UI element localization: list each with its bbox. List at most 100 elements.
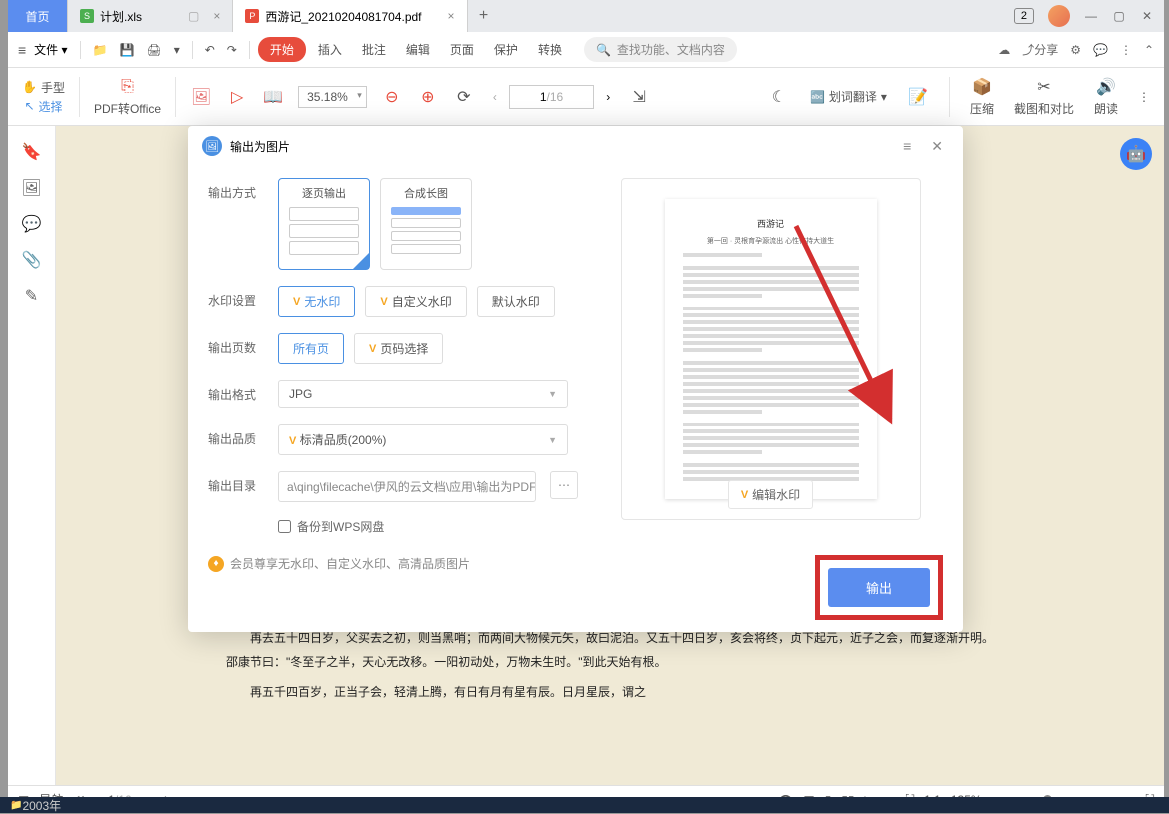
quality-select[interactable]: V 标清品质(200%)▼	[278, 424, 568, 455]
image-icon[interactable]: 🖼	[190, 86, 212, 108]
tab-counter[interactable]: 2	[1014, 8, 1034, 24]
hand-tool[interactable]: ✋手型	[22, 79, 65, 96]
tool-hand-select: ✋手型 ↖选择	[16, 79, 71, 115]
more-icon[interactable]: ⋮	[1138, 90, 1150, 104]
ocr-icon[interactable]: 📝	[907, 86, 929, 108]
add-tab-button[interactable]: +	[468, 7, 500, 25]
tab-monitor-icon[interactable]: ▢	[188, 9, 199, 23]
comment-icon[interactable]: 💬	[22, 214, 42, 234]
edit-watermark-button[interactable]: V编辑水印	[728, 480, 813, 509]
pages-all[interactable]: 所有页	[278, 333, 344, 364]
close-button[interactable]: ✕	[1140, 9, 1154, 23]
translate-icon: 🔤	[810, 90, 825, 104]
page-input[interactable]: 1/16	[509, 85, 594, 109]
menu-annotate[interactable]: 批注	[354, 41, 394, 58]
menu-page[interactable]: 页面	[442, 41, 482, 58]
menu-insert[interactable]: 插入	[310, 41, 350, 58]
checkbox-input[interactable]	[278, 520, 291, 533]
compress-icon: 📦	[971, 76, 993, 98]
menu-protect[interactable]: 保护	[486, 41, 526, 58]
label-format: 输出格式	[208, 380, 264, 403]
titlebar-right: 2 — ▢ ✕	[1014, 5, 1164, 27]
export-image-icon: 🖼	[202, 136, 222, 156]
tab-spreadsheet[interactable]: S 计划.xls ▢ ×	[68, 0, 233, 32]
vip-note: ♦ 会员尊享无水印、自定义水印、高清品质图片	[208, 555, 598, 572]
pages-select[interactable]: V页码选择	[354, 333, 443, 364]
undo-icon[interactable]: ↶	[201, 43, 219, 57]
assistant-button[interactable]: 🤖	[1120, 138, 1152, 170]
hamburger-icon[interactable]: ≡	[18, 42, 26, 58]
print-dropdown-icon[interactable]: ▾	[170, 43, 184, 57]
pdf-to-office[interactable]: ⎘ PDF转Office	[88, 76, 167, 117]
search-input[interactable]: 🔍 查找功能、文档内容	[584, 37, 737, 62]
backup-checkbox[interactable]: 备份到WPS网盘	[278, 518, 598, 535]
close-icon[interactable]: ×	[213, 9, 220, 23]
fit-icon[interactable]: ⇲	[628, 86, 650, 108]
more-icon[interactable]: ⋮	[1120, 43, 1132, 57]
preview-panel: 西游记 第一回 · 灵根育孕源流出 心性修持大道生 V编辑水印	[621, 178, 921, 520]
settings-icon[interactable]: ⚙	[1070, 43, 1081, 57]
thumbnail-icon[interactable]: 🖼	[21, 178, 41, 198]
zoom-select[interactable]: 35.18%	[298, 86, 367, 108]
label-mode: 输出方式	[208, 178, 264, 201]
avatar[interactable]	[1048, 5, 1070, 27]
wm-custom[interactable]: V自定义水印	[365, 286, 466, 317]
dialog-menu-icon[interactable]: ≡	[897, 138, 917, 154]
ribbon: ✋手型 ↖选择 ⎘ PDF转Office 🖼 ▷ 📖 35.18% ⊖ ⊕ ⟳ …	[8, 68, 1164, 126]
dialog-preview: 西游记 第一回 · 灵根育孕源流出 心性修持大道生 V编辑水印 输出	[598, 178, 943, 620]
maximize-button[interactable]: ▢	[1112, 9, 1126, 23]
bookmark-icon[interactable]: 🔖	[22, 142, 42, 162]
print-icon[interactable]: 🖨	[142, 43, 165, 57]
sidebar: 🔖 🖼 💬 📎 ✎	[8, 126, 56, 785]
mode-merge[interactable]: 合成长图	[380, 178, 472, 270]
cursor-icon: ↖	[24, 99, 34, 113]
label-quality: 输出品质	[208, 424, 264, 447]
prev-page-icon[interactable]: ‹	[493, 90, 497, 104]
output-path[interactable]: a\qing\filecache\伊风的云文档\应用\输出为PDF\	[278, 471, 536, 502]
book-icon[interactable]: 📖	[262, 86, 284, 108]
rotate-icon[interactable]: ⟳	[453, 86, 475, 108]
menu-edit[interactable]: 编辑	[398, 41, 438, 58]
support-icon[interactable]: 💬	[1093, 43, 1108, 57]
export-image-dialog: 🖼 输出为图片 ≡ ✕ 输出方式 逐页输出 合成长图	[188, 126, 963, 632]
mode-per-page[interactable]: 逐页输出	[278, 178, 370, 270]
dialog-close-icon[interactable]: ✕	[925, 138, 949, 155]
format-select[interactable]: JPG▼	[278, 380, 568, 408]
select-tool[interactable]: ↖选择	[24, 98, 62, 115]
next-page-icon[interactable]: ›	[606, 90, 610, 104]
redo-icon[interactable]: ↷	[223, 43, 241, 57]
attachment-icon[interactable]: 📎	[22, 250, 42, 270]
wm-default[interactable]: 默认水印	[477, 286, 555, 317]
convert-icon: ⎘	[117, 76, 139, 98]
play-icon[interactable]: ▷	[226, 86, 248, 108]
wm-none[interactable]: V无水印	[278, 286, 355, 317]
separator	[80, 41, 81, 59]
search-icon: 🔍	[596, 43, 611, 57]
save-icon[interactable]: 💾	[116, 43, 139, 57]
translate-button[interactable]: 🔤划词翻译▾	[804, 88, 893, 105]
collapse-ribbon-icon[interactable]: ⌃	[1144, 43, 1154, 57]
menu-convert[interactable]: 转换	[530, 41, 570, 58]
search-placeholder: 查找功能、文档内容	[617, 41, 725, 58]
tab-pdf[interactable]: P 西游记_20210204081704.pdf ×	[233, 0, 467, 32]
read-button[interactable]: 🔊朗读	[1088, 76, 1124, 117]
share-button[interactable]: ⤴分享	[1022, 41, 1058, 58]
close-icon[interactable]: ×	[448, 9, 455, 23]
zoom-in-icon[interactable]: ⊕	[417, 86, 439, 108]
zoom-out-icon[interactable]: ⊖	[381, 86, 403, 108]
screenshot-button[interactable]: ✂截图和对比	[1008, 76, 1080, 117]
export-button[interactable]: 输出	[828, 568, 930, 607]
edit-icon[interactable]: ✎	[25, 286, 38, 306]
vip-badge-icon: V	[289, 435, 296, 447]
titlebar: 首页 S 计划.xls ▢ × P 西游记_20210204081704.pdf…	[8, 0, 1164, 32]
menu-start[interactable]: 开始	[258, 37, 306, 62]
file-menu[interactable]: 文件 ▾	[34, 41, 67, 58]
minimize-button[interactable]: —	[1084, 9, 1098, 23]
open-icon[interactable]: 📁	[89, 43, 112, 57]
vip-badge-icon: V	[741, 489, 748, 501]
moon-icon[interactable]: ☾	[768, 86, 790, 108]
browse-button[interactable]: ⋯	[550, 471, 578, 499]
cloud-icon[interactable]: ☁	[998, 43, 1010, 57]
tab-home[interactable]: 首页	[8, 0, 68, 32]
compress-button[interactable]: 📦压缩	[964, 76, 1000, 117]
